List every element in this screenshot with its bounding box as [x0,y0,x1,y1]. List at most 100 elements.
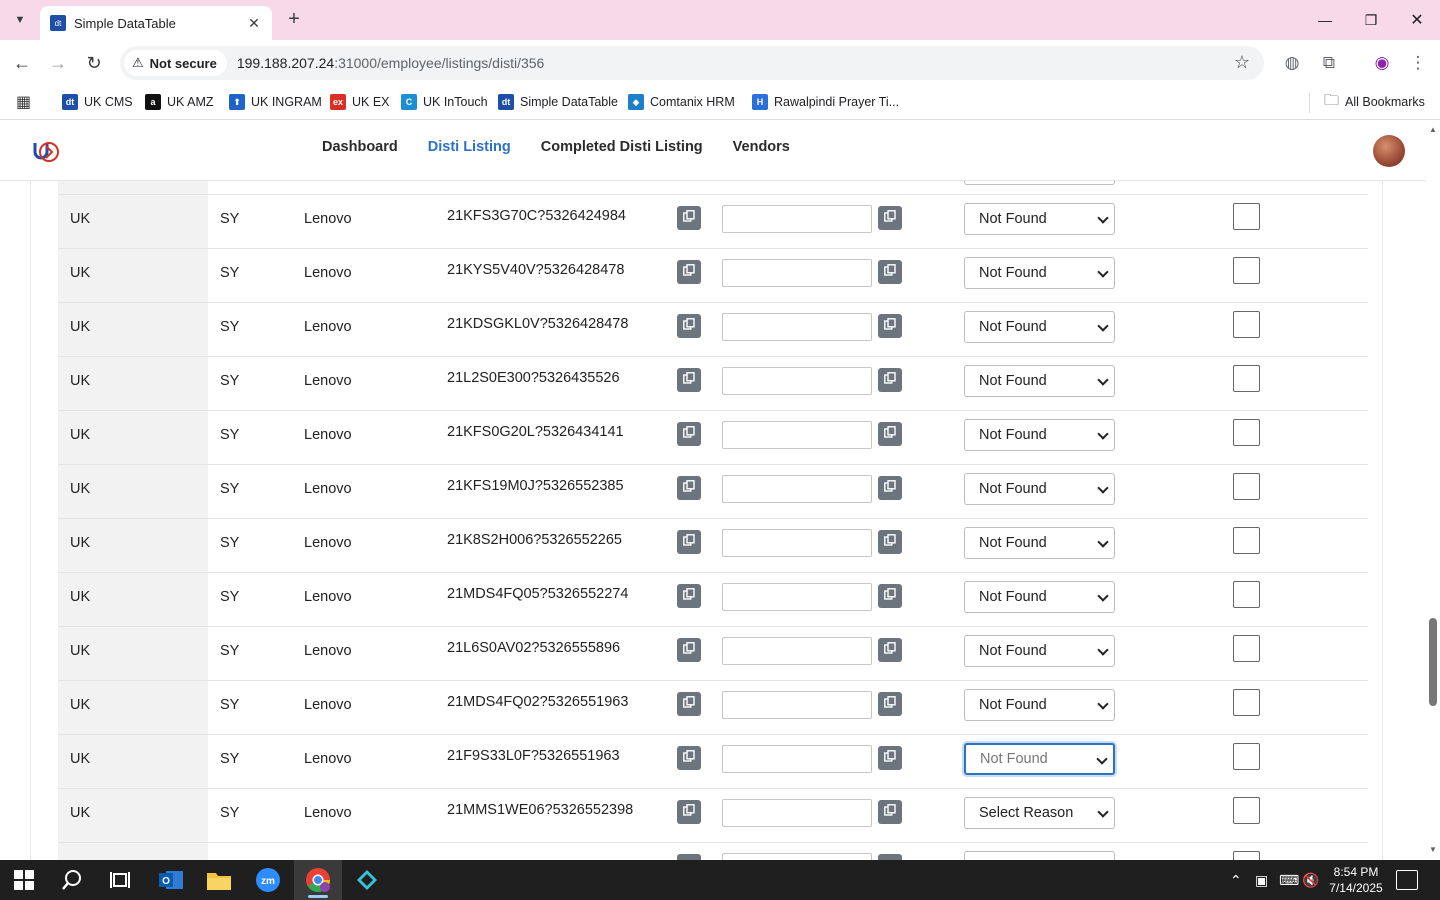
row-checkbox[interactable] [1233,473,1260,500]
nav-disti-listing[interactable]: Disti Listing [428,139,511,155]
window-restore-icon[interactable]: ❐ [1348,6,1394,34]
row-checkbox[interactable] [1233,365,1260,392]
bookmark-item[interactable]: dt Simple DataTable [498,91,618,113]
system-clock[interactable]: 8:54 PM 7/14/2025 [1324,864,1388,896]
reason-select[interactable]: Not Found [964,419,1115,451]
bookmark-item[interactable]: ⬆ UK INGRAM [229,91,322,113]
bookmark-item[interactable]: ◆ Comtanix HRM [628,91,735,113]
security-tray-icon[interactable]: ▣ [1255,860,1268,900]
copy-part-button[interactable] [677,746,701,770]
copy-part-button[interactable] [677,692,701,716]
row-checkbox[interactable] [1233,203,1260,230]
row-checkbox[interactable] [1233,635,1260,662]
chrome-icon[interactable] [294,860,342,900]
volume-muted-icon[interactable]: 🔇 [1302,860,1319,900]
reason-select[interactable]: Not Found [964,743,1115,775]
paste-value-button[interactable] [878,368,902,392]
new-tab-plus-icon[interactable]: + [282,8,306,32]
scrollbar-thumb[interactable] [1429,618,1437,706]
value-input[interactable] [722,637,872,665]
scroll-up-arrow-icon[interactable]: ▲ [1429,125,1437,134]
paste-value-button[interactable] [878,206,902,230]
copy-part-button[interactable] [677,530,701,554]
security-chip[interactable]: ⚠ Not secure [124,50,227,76]
translate-globe-icon[interactable]: ◍ [1280,51,1304,75]
reason-select[interactable] [964,851,1115,860]
file-explorer-icon[interactable] [195,860,243,900]
reason-select[interactable]: Not Found [964,203,1115,235]
start-icon[interactable] [0,860,48,900]
value-input[interactable] [722,421,872,449]
value-input[interactable] [722,367,872,395]
row-checkbox[interactable] [1233,527,1260,554]
value-input[interactable] [722,745,872,773]
copy-part-button[interactable] [677,368,701,392]
window-minimize-icon[interactable]: — [1302,6,1348,34]
value-input[interactable] [722,583,872,611]
reason-select[interactable]: Not Found [964,527,1115,559]
bookmark-item[interactable]: dt UK CMS [62,91,133,113]
address-bar[interactable]: ⚠ Not secure 199.188.207.24:31000/employ… [120,46,1264,80]
reload-icon[interactable]: ↻ [80,49,108,77]
value-input[interactable] [722,853,872,860]
reason-select[interactable] [964,181,1115,185]
copy-part-button[interactable] [677,638,701,662]
zoom-icon[interactable]: zm [244,860,292,900]
row-checkbox[interactable] [1233,851,1260,860]
copy-part-button[interactable] [677,476,701,500]
browser-tab-active[interactable]: dt Simple DataTable ✕ [40,6,272,40]
outlook-icon[interactable]: O [147,860,195,900]
scroll-down-arrow-icon[interactable]: ▼ [1429,845,1437,854]
window-close-icon[interactable]: ✕ [1394,6,1440,34]
network-icon[interactable]: ⌨ [1279,860,1299,900]
search-icon[interactable] [48,860,96,900]
page-scrollbar[interactable]: ▲ ▼ [1426,121,1440,860]
vscode-icon[interactable] [343,860,391,900]
paste-value-button[interactable] [878,746,902,770]
bookmark-item[interactable]: a UK AMZ [145,91,214,113]
copy-part-button[interactable] [677,584,701,608]
tab-search-chevron-icon[interactable]: ▼ [8,8,32,32]
notifications-icon[interactable] [1396,870,1418,890]
copy-part-button[interactable] [677,800,701,824]
copy-part-button[interactable] [677,206,701,230]
row-checkbox[interactable] [1233,311,1260,338]
row-checkbox[interactable] [1233,581,1260,608]
reason-select[interactable]: Not Found [964,689,1115,721]
value-input[interactable] [722,529,872,557]
value-input[interactable] [722,799,872,827]
nav-vendors[interactable]: Vendors [733,139,790,155]
row-checkbox[interactable] [1233,689,1260,716]
bookmark-item[interactable]: C UK InTouch [401,91,488,113]
all-bookmarks-button[interactable]: 🗀 All Bookmarks [1324,91,1425,113]
paste-value-button[interactable] [878,314,902,338]
extensions-puzzle-icon[interactable]: ⧉ [1317,51,1341,75]
url-text[interactable]: 199.188.207.24:31000/employee/listings/d… [237,55,544,71]
kebab-menu-icon[interactable]: ⋮ [1406,51,1430,75]
row-checkbox[interactable] [1233,419,1260,446]
value-input[interactable] [722,259,872,287]
paste-value-button[interactable] [878,692,902,716]
reason-select[interactable]: Not Found [964,365,1115,397]
paste-value-button[interactable] [878,800,902,824]
avatar[interactable] [1373,135,1405,167]
reason-select[interactable]: Not Found [964,635,1115,667]
value-input[interactable] [722,475,872,503]
bookmark-star-icon[interactable]: ☆ [1234,52,1250,73]
value-input[interactable] [722,205,872,233]
reason-select[interactable]: Not Found [964,311,1115,343]
paste-value-button[interactable] [878,422,902,446]
nav-completed-disti-listing[interactable]: Completed Disti Listing [541,139,703,155]
bookmark-item[interactable]: H Rawalpindi Prayer Ti... [752,91,899,113]
value-input[interactable] [722,691,872,719]
tab-close-icon[interactable]: ✕ [246,15,262,32]
profile-icon[interactable]: ◉ [1370,51,1394,75]
copy-part-button[interactable] [677,260,701,284]
row-checkbox[interactable] [1233,797,1260,824]
paste-value-button[interactable] [878,584,902,608]
back-arrow-icon[interactable]: ← [8,49,36,77]
row-checkbox[interactable] [1233,257,1260,284]
apps-grid-icon[interactable]: ▦ [16,92,36,112]
nav-dashboard[interactable]: Dashboard [322,139,398,155]
reason-select[interactable]: Select Reason [964,797,1115,829]
